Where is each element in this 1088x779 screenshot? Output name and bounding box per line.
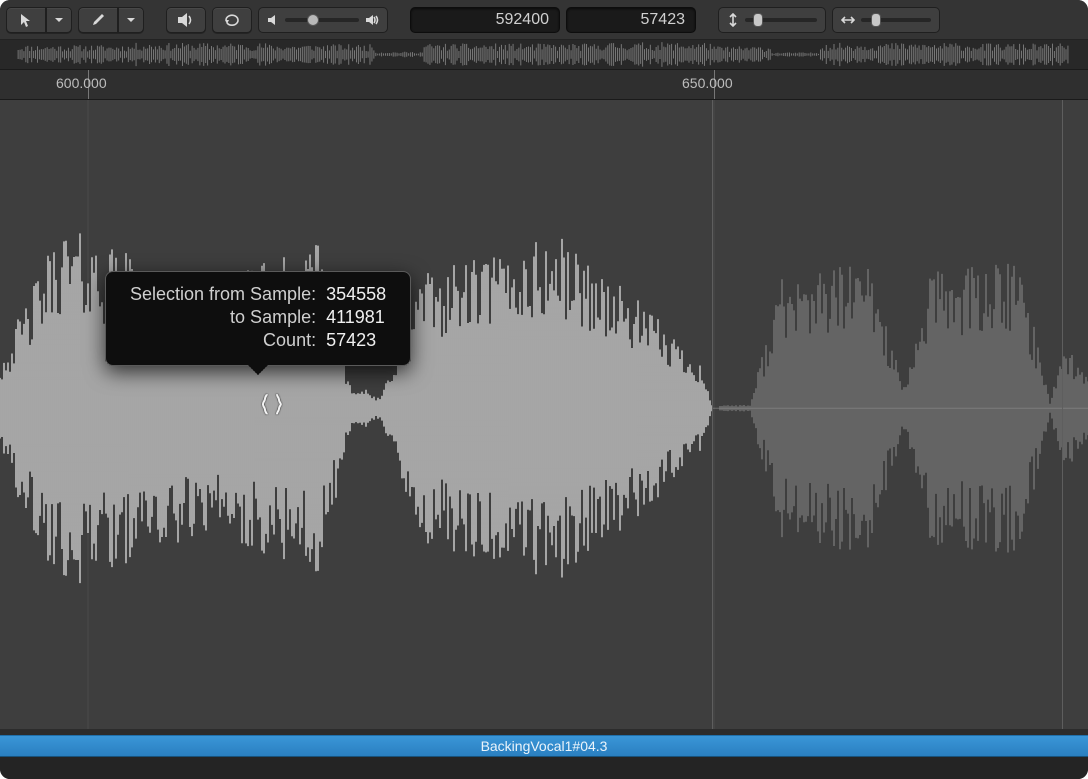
overview-waveform: [0, 40, 1088, 69]
pointer-icon: [19, 13, 33, 27]
cycle-icon: [223, 13, 241, 27]
region-name-label: BackingVocal1#04.3: [481, 738, 608, 754]
vzoom-thumb[interactable]: [753, 13, 763, 27]
tooltip-value: 57423: [322, 330, 390, 351]
tooltip-label: Count:: [126, 330, 320, 351]
vertical-zoom[interactable]: [718, 7, 826, 33]
pointer-tool-dropdown[interactable]: [46, 7, 72, 33]
vzoom-track[interactable]: [745, 18, 817, 22]
tooltip-value: 411981: [322, 307, 390, 328]
cycle-button[interactable]: [212, 7, 252, 33]
preview-audio-button[interactable]: [166, 7, 206, 33]
vertical-zoom-icon: [727, 13, 739, 27]
overview-lane[interactable]: [0, 40, 1088, 70]
bottom-strip: [0, 757, 1088, 779]
main-waveform: [0, 100, 1088, 729]
pencil-tool-dropdown[interactable]: [118, 7, 144, 33]
pointer-tool-button[interactable]: [6, 7, 46, 33]
selection-tooltip: Selection from Sample: 354558 to Sample:…: [105, 271, 411, 366]
toolbar: 592400 57423: [0, 0, 1088, 40]
hzoom-thumb[interactable]: [871, 13, 881, 27]
pencil-tool-button[interactable]: [78, 7, 118, 33]
position-readout[interactable]: 592400: [410, 7, 560, 33]
volume-slider[interactable]: [258, 7, 388, 33]
pointer-tool-group: [6, 7, 72, 33]
pencil-tool-group: [78, 7, 144, 33]
pencil-icon: [91, 13, 105, 27]
hzoom-track[interactable]: [861, 18, 931, 22]
volume-track[interactable]: [285, 18, 359, 22]
region-boundary[interactable]: [712, 100, 713, 729]
resize-cursor-icon: ❬ ❭: [259, 391, 284, 416]
audio-editor-window: 592400 57423 600.000 650.000 Selection fr…: [0, 0, 1088, 779]
speaker-high-icon: [365, 14, 379, 26]
speaker-low-icon: [267, 14, 279, 26]
waveform-display[interactable]: [0, 100, 1088, 729]
tooltip-label: Selection from Sample:: [126, 284, 320, 305]
length-readout[interactable]: 57423: [566, 7, 696, 33]
tooltip-value: 354558: [322, 284, 390, 305]
ruler-label: 600.000: [56, 75, 107, 91]
horizontal-zoom-icon: [841, 14, 855, 26]
time-ruler[interactable]: 600.000 650.000: [0, 70, 1088, 100]
tooltip-label: to Sample:: [126, 307, 320, 328]
speaker-icon: [177, 13, 195, 27]
chevron-down-icon: [54, 15, 64, 25]
chevron-down-icon: [126, 15, 136, 25]
volume-thumb[interactable]: [307, 14, 319, 26]
region-name-bar[interactable]: BackingVocal1#04.3: [0, 735, 1088, 757]
region-boundary[interactable]: [1062, 100, 1063, 729]
horizontal-zoom[interactable]: [832, 7, 940, 33]
ruler-label: 650.000: [682, 75, 733, 91]
